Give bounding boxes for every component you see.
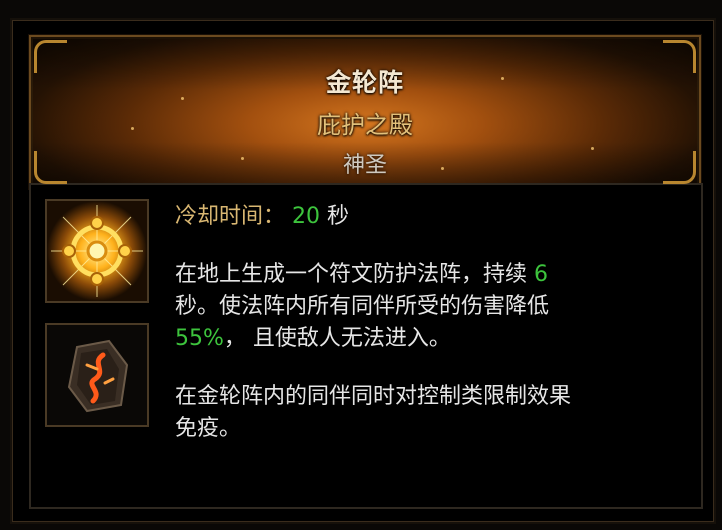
effect-paragraph: 在地上生成一个符文防护法阵，持续 6 秒。使法阵内所有同伴所受的伤害降低 55%… (175, 259, 685, 355)
damage-reduction-value: 55% (175, 326, 224, 351)
tooltip-body: 冷却时间： 20 秒 在地上生成一个符文防护法阵，持续 6 秒。使法阵内所有同伴… (29, 183, 703, 509)
skill-description: 冷却时间： 20 秒 在地上生成一个符文防护法阵，持续 6 秒。使法阵内所有同伴… (175, 201, 685, 445)
immunity-paragraph: 在金轮阵内的同伴同时对控制类限制效果 免疫。 (175, 381, 685, 445)
cooldown-row: 冷却时间： 20 秒 (175, 201, 685, 233)
skill-tooltip: 金轮阵 庇护之殿 神圣 冷却时间： 20 秒 在地上生成一个符文防护法阵，持续 … (12, 20, 714, 522)
skill-category: 神圣 (342, 153, 387, 178)
effect-text: ， 且使敌人无法进入。 (223, 326, 451, 351)
duration-value: 6 (534, 262, 548, 287)
red-rune-stone-icon (45, 323, 149, 427)
effect-text: 在地上生成一个符文防护法阵，持续 (175, 262, 534, 287)
golden-rune-circle-icon (45, 199, 149, 303)
rune-name: 庇护之殿 (317, 111, 413, 139)
cooldown-unit: 秒 (327, 204, 350, 229)
effect-text: 秒。使法阵内所有同伴所受的伤害降低 (175, 294, 550, 319)
immunity-text: 免疫。 (175, 416, 242, 441)
immunity-text: 在金轮阵内的同伴同时对控制类限制效果 (175, 384, 572, 409)
skill-name: 金轮阵 (325, 68, 404, 97)
cooldown-value: 20 (292, 204, 321, 229)
tooltip-header: 金轮阵 庇护之殿 神圣 (29, 35, 701, 189)
cooldown-label: 冷却时间： (175, 204, 286, 229)
